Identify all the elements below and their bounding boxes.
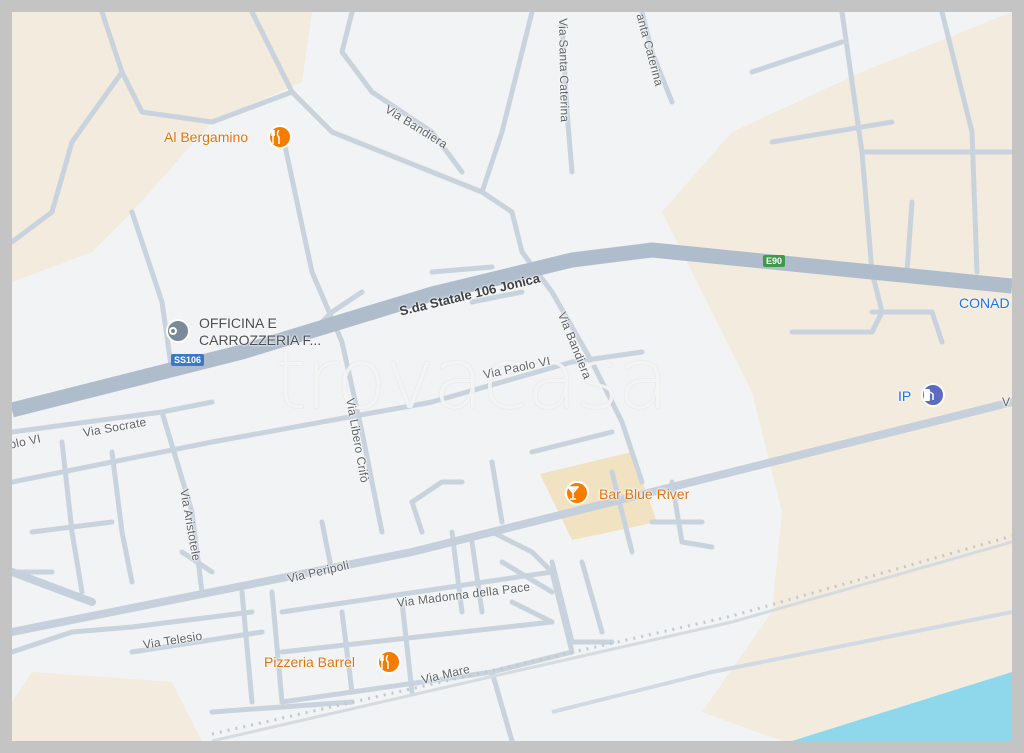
trovacasa-watermark: trovacasa (274, 330, 669, 428)
poi-officina-line1: OFFICINA E (199, 315, 277, 331)
poi-conad-label[interactable]: CONAD (959, 295, 1010, 311)
restaurant-icon[interactable] (268, 125, 292, 149)
e90-shield: E90 (763, 255, 786, 267)
poi-ip-label[interactable]: IP (898, 388, 911, 404)
street-label-edge-v: V (1002, 395, 1011, 409)
sand-area-ne (662, 12, 1012, 741)
poi-bar-blue-river-label[interactable]: Bar Blue River (599, 486, 689, 502)
street-label-santa-caterina: Via Santa Caterina (556, 18, 572, 123)
sand-area-nw (12, 12, 312, 282)
poi-pizzeria-barrel-label[interactable]: Pizzeria Barrel (264, 654, 355, 670)
poi-officina-line2: CARROZZERIA F... (199, 332, 322, 348)
sand-area-sw (12, 672, 202, 741)
poi-officina-label[interactable]: OFFICINA E CARROZZERIA F... (199, 315, 321, 349)
map-canvas[interactable]: trovacasa S.da Statale 106 Jonica SS106 … (12, 12, 1012, 741)
map-frame: trovacasa S.da Statale 106 Jonica SS106 … (0, 0, 1024, 753)
place-pin-icon[interactable] (166, 319, 190, 343)
cocktail-bar-icon[interactable] (565, 481, 589, 505)
ss106-shield: SS106 (171, 354, 205, 366)
restaurant-icon[interactable] (377, 650, 401, 674)
poi-al-bergamino-label[interactable]: Al Bergamino (164, 129, 248, 145)
gas-station-icon[interactable] (921, 383, 945, 407)
